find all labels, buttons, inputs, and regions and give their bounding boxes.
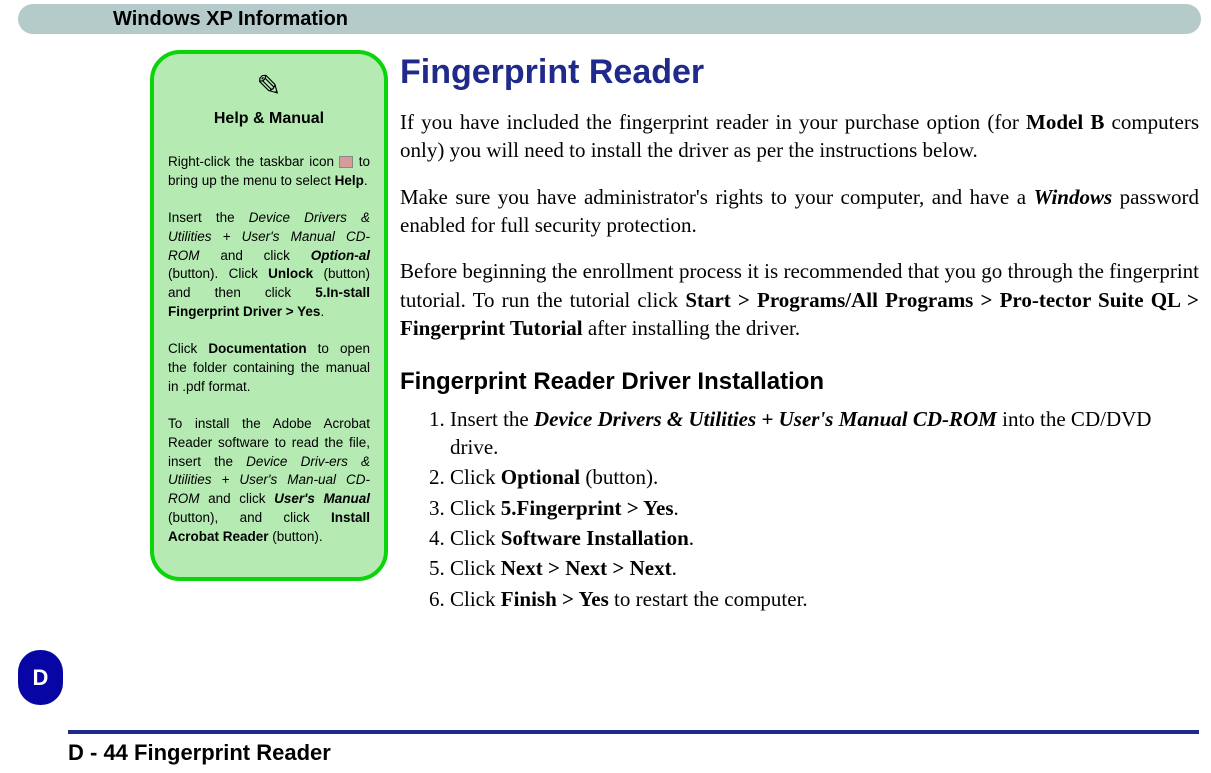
tip-box: ✎ Help & Manual Right-click the taskbar … bbox=[150, 50, 388, 581]
pencil-icon: ✎ bbox=[168, 72, 370, 102]
step-1: Insert the Device Drivers & Utilities + … bbox=[450, 405, 1199, 462]
sub-title: Fingerprint Reader Driver Installation bbox=[400, 366, 1199, 398]
main-paragraph-1: If you have included the fingerprint rea… bbox=[400, 108, 1199, 165]
tip-title: Help & Manual bbox=[168, 110, 370, 128]
taskbar-mini-icon bbox=[339, 156, 353, 168]
main-paragraph-2: Make sure you have administrator's right… bbox=[400, 183, 1199, 240]
tip-paragraph-2: Insert the Device Drivers & Utilities + … bbox=[168, 209, 370, 322]
tip-paragraph-4: To install the Adobe Acrobat Reader soft… bbox=[168, 415, 370, 547]
section-tab: D bbox=[18, 650, 63, 705]
main-paragraph-3: Before beginning the enrollment process … bbox=[400, 257, 1199, 342]
footer-rule bbox=[68, 730, 1199, 734]
step-4: Click Software Installation. bbox=[450, 524, 1199, 552]
footer-text: D - 44 Fingerprint Reader bbox=[68, 740, 331, 766]
header-bar: Windows XP Information bbox=[18, 4, 1201, 34]
main-title: Fingerprint Reader bbox=[400, 50, 1199, 96]
step-2: Click Optional (button). bbox=[450, 463, 1199, 491]
step-6: Click Finish > Yes to restart the comput… bbox=[450, 585, 1199, 613]
tip-paragraph-3: Click Documentation to open the folder c… bbox=[168, 340, 370, 397]
section-tab-label: D bbox=[33, 665, 49, 691]
tip-body: Right-click the taskbar icon to bring up… bbox=[168, 153, 370, 547]
install-steps: Insert the Device Drivers & Utilities + … bbox=[400, 405, 1199, 613]
header-title: Windows XP Information bbox=[113, 8, 348, 31]
tip-paragraph-1: Right-click the taskbar icon to bring up… bbox=[168, 153, 370, 191]
step-5: Click Next > Next > Next. bbox=[450, 554, 1199, 582]
main-content: Fingerprint Reader If you have included … bbox=[400, 50, 1199, 615]
step-3: Click 5.Fingerprint > Yes. bbox=[450, 494, 1199, 522]
